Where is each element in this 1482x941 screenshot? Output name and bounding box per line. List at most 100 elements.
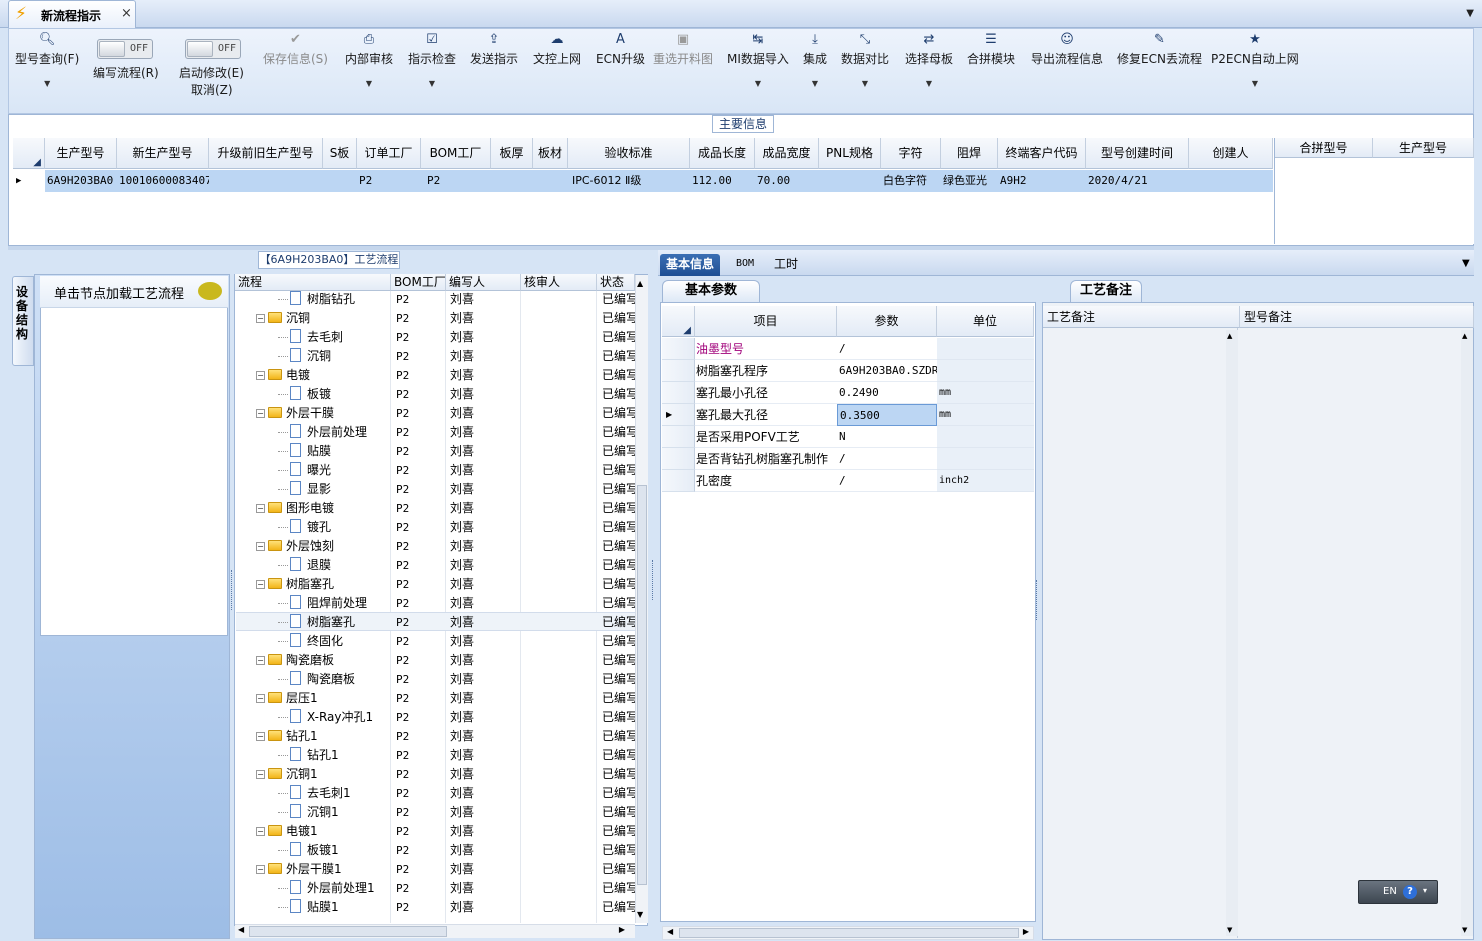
tree-node-label[interactable]: − 层压1 xyxy=(256,689,318,708)
main-col-header[interactable]: 订单工厂 xyxy=(357,138,421,169)
tree-row[interactable]: − 电镀1 P2 刘喜 已编写 xyxy=(236,822,636,841)
param-value[interactable]: / xyxy=(837,448,937,470)
param-value[interactable]: 0.3500 xyxy=(837,404,937,426)
tree-node-label[interactable]: 沉铜 xyxy=(278,347,331,366)
param-row[interactable]: 是否采用POFV工艺 N xyxy=(662,426,1034,448)
main-cell[interactable]: P2 xyxy=(427,170,495,192)
main-col-header[interactable]: 终端客户代码 xyxy=(998,138,1086,169)
tree-node-label[interactable]: 镀孔 xyxy=(278,518,331,537)
collapse-icon[interactable]: − xyxy=(256,770,265,779)
tree-node-label[interactable]: X-Ray冲孔1 xyxy=(278,708,373,727)
tab-bom[interactable]: BOM xyxy=(730,254,760,276)
tree-node-label[interactable]: 退膜 xyxy=(278,556,331,575)
tree-row[interactable]: 钻孔1 P2 刘喜 已编写 xyxy=(236,746,636,765)
row-selector[interactable] xyxy=(662,470,695,492)
tree-vertical-scrollbar[interactable]: ▲ ▼ xyxy=(635,275,648,923)
tab-menu-icon[interactable]: ▼ xyxy=(1462,258,1470,269)
scroll-thumb[interactable] xyxy=(637,485,647,885)
data-compare-button[interactable]: ⤡ 数据对比 ▼ xyxy=(841,29,889,88)
tree-node-label[interactable]: 外层前处理 xyxy=(278,423,367,442)
tree-row[interactable]: − 沉铜 P2 刘喜 已编写 xyxy=(236,309,636,328)
tree-row[interactable]: 树脂塞孔 P2 刘喜 已编写 xyxy=(236,613,636,632)
tree-node-label[interactable]: − 陶瓷磨板 xyxy=(256,651,334,670)
tree-node-label[interactable]: − 沉铜 xyxy=(256,309,310,328)
tree-row[interactable]: 阻焊前处理 P2 刘喜 已编写 xyxy=(236,594,636,613)
main-cell[interactable]: 6A9H203BA0 xyxy=(47,170,117,192)
write-flow-toggle[interactable]: OFF xyxy=(97,39,153,59)
model-notes-textarea[interactable] xyxy=(1241,328,1473,938)
scroll-thumb[interactable] xyxy=(679,928,1019,938)
collapse-icon[interactable]: − xyxy=(256,865,265,874)
tree-node-label[interactable]: − 外层蚀刻 xyxy=(256,537,334,556)
help-icon[interactable]: ? xyxy=(1403,885,1417,899)
main-col-header[interactable]: BOM工厂 xyxy=(421,138,491,169)
tree-row[interactable]: 贴膜1 P2 刘喜 已编写 xyxy=(236,898,636,917)
collapse-icon[interactable]: − xyxy=(256,409,265,418)
tree-row[interactable]: − 外层蚀刻 P2 刘喜 已编写 xyxy=(236,537,636,556)
tab-equipment-structure[interactable]: 设备结构 xyxy=(12,276,34,366)
notes-scrollbar[interactable]: ▲ ▼ xyxy=(1226,330,1238,936)
main-col-header[interactable]: 成品长度 xyxy=(690,138,755,169)
main-col-header[interactable]: 板材 xyxy=(533,138,568,169)
param-value[interactable]: 0.2490 xyxy=(837,382,937,404)
tree-node-label[interactable]: − 钻孔1 xyxy=(256,727,318,746)
notes-scrollbar[interactable]: ▲ ▼ xyxy=(1461,330,1473,936)
tree-row[interactable]: − 外层干膜1 P2 刘喜 已编写 xyxy=(236,860,636,879)
main-cell[interactable]: 10010600083407 xyxy=(119,170,209,192)
tree-row[interactable]: − 层压1 P2 刘喜 已编写 xyxy=(236,689,636,708)
tree-row[interactable]: 树脂钻孔 P2 刘喜 已编写 xyxy=(236,290,636,309)
scroll-thumb[interactable] xyxy=(249,926,447,937)
tab-process-notes[interactable]: 工艺备注 xyxy=(1070,280,1142,302)
tab-basic-params[interactable]: 基本参数 xyxy=(662,280,760,302)
row-selector[interactable] xyxy=(662,448,695,470)
main-cell[interactable]: 70.00 xyxy=(757,170,819,192)
chevron-down-icon[interactable]: ▼ xyxy=(803,79,827,88)
tree-row[interactable]: 终固化 P2 刘喜 已编写 xyxy=(236,632,636,651)
collapse-icon[interactable]: − xyxy=(256,542,265,551)
close-icon[interactable]: × xyxy=(121,6,132,21)
main-col-header[interactable]: 板厚 xyxy=(491,138,533,169)
main-col-header[interactable]: 验收标准 xyxy=(568,138,690,169)
tree-row[interactable]: 板镀 P2 刘喜 已编写 xyxy=(236,385,636,404)
model-query-button[interactable]: 🔍︎ 型号查询(F) ▼ xyxy=(15,29,79,88)
main-col-header[interactable]: 升级前旧生产型号 xyxy=(209,138,323,169)
main-col-header[interactable]: 创建人 xyxy=(1189,138,1273,169)
save-info-button[interactable]: ✔ 保存信息(S) xyxy=(263,29,328,67)
collapse-icon[interactable]: − xyxy=(256,827,265,836)
tree-node-label[interactable]: 板镀 xyxy=(278,385,331,404)
tree-row[interactable]: 去毛刺1 P2 刘喜 已编写 xyxy=(236,784,636,803)
tree-node-label[interactable]: 贴膜1 xyxy=(278,898,339,917)
chevron-down-icon[interactable]: ▼ xyxy=(905,79,953,88)
tree-row[interactable]: 外层前处理1 P2 刘喜 已编写 xyxy=(236,879,636,898)
tab-new-flow-instruction[interactable]: ⚡ 新流程指示 × xyxy=(8,0,136,28)
integrate-button[interactable]: ⤓ 集成 ▼ xyxy=(803,29,827,88)
send-instruction-button[interactable]: ⇪ 发送指示 xyxy=(470,29,518,67)
tree-row[interactable]: 外层前处理 P2 刘喜 已编写 xyxy=(236,423,636,442)
tree-row[interactable]: − 电镀 P2 刘喜 已编写 xyxy=(236,366,636,385)
p2ecn-auto-upload-button[interactable]: ★ P2ECN自动上网 ▼ xyxy=(1211,29,1299,88)
tree-node-label[interactable]: − 树脂塞孔 xyxy=(256,575,334,594)
main-cell[interactable] xyxy=(325,170,357,192)
tab-work-hours[interactable]: 工时 xyxy=(768,254,804,276)
tree-row[interactable]: 板镀1 P2 刘喜 已编写 xyxy=(236,841,636,860)
param-value[interactable]: 6A9H203BA0.SZDRL xyxy=(837,360,937,382)
tree-row[interactable]: − 树脂塞孔 P2 刘喜 已编写 xyxy=(236,575,636,594)
tree-node-label[interactable]: 陶瓷磨板 xyxy=(278,670,355,689)
tree-node-label[interactable]: − 图形电镀 xyxy=(256,499,334,518)
collapse-icon[interactable]: − xyxy=(256,656,265,665)
main-col-header[interactable]: 字符 xyxy=(881,138,941,169)
tree-node-label[interactable]: 树脂塞孔 xyxy=(278,613,355,632)
tree-row[interactable]: − 图形电镀 P2 刘喜 已编写 xyxy=(236,499,636,518)
tree-row[interactable]: − 钻孔1 P2 刘喜 已编写 xyxy=(236,727,636,746)
ime-lang-label[interactable]: EN xyxy=(1383,886,1397,897)
tree-node-label[interactable]: − 电镀 xyxy=(256,366,310,385)
param-row[interactable]: 塞孔最小孔径 0.2490 mm xyxy=(662,382,1034,404)
tree-node-label[interactable]: 显影 xyxy=(278,480,331,499)
main-cell[interactable] xyxy=(535,170,568,192)
doc-control-upload-button[interactable]: ☁ 文控上网 xyxy=(533,29,581,67)
chevron-down-icon[interactable]: ▼ xyxy=(841,79,889,88)
param-row[interactable]: ▶ 塞孔最大孔径 0.3500 mm xyxy=(662,404,1034,426)
main-col-header[interactable]: 阻焊 xyxy=(941,138,998,169)
param-row[interactable]: 树脂塞孔程序 6A9H203BA0.SZDRL xyxy=(662,360,1034,382)
tree-row[interactable]: 退膜 P2 刘喜 已编写 xyxy=(236,556,636,575)
